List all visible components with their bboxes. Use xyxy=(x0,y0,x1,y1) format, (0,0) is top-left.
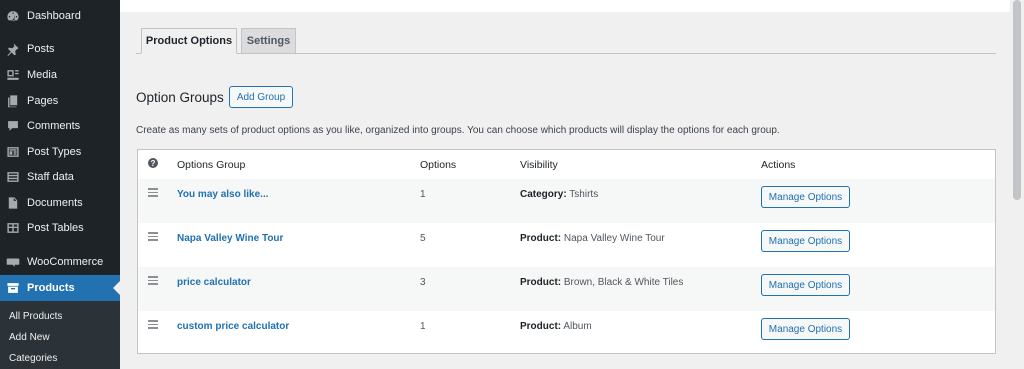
help-icon[interactable]: ? xyxy=(148,158,158,168)
visibility-cell: Product: Album xyxy=(520,321,592,332)
visibility-label: Category: xyxy=(520,189,567,200)
table-icon xyxy=(6,221,20,235)
archive-icon xyxy=(6,281,20,295)
sidebar-item-label: Comments xyxy=(27,120,81,132)
sidebar-item-label: Products xyxy=(27,282,75,294)
sidebar-item-label: Documents xyxy=(27,197,83,209)
section-description: Create as many sets of product options a… xyxy=(136,125,780,136)
sidebar-item-media[interactable]: Media xyxy=(0,62,120,88)
sidebar-item-label: Post Types xyxy=(27,146,82,158)
table-row: price calculator 3 Product: Brown, Black… xyxy=(138,267,995,311)
drag-handle-icon[interactable] xyxy=(148,276,158,285)
section-title: Option Groups xyxy=(136,90,224,105)
sidebar-item-products[interactable]: Products xyxy=(0,275,120,301)
scrollbar-thumb[interactable] xyxy=(1013,0,1021,200)
document-icon xyxy=(6,196,20,210)
option-groups-table: ? Options Group Options Visibility Actio… xyxy=(137,149,996,354)
manage-options-button[interactable]: Manage Options xyxy=(761,318,850,340)
post-types-icon xyxy=(6,145,20,159)
sidebar-item-posts[interactable]: Posts xyxy=(0,36,120,62)
sidebar-item-post-types[interactable]: Post Types xyxy=(0,139,120,165)
active-indicator xyxy=(113,281,120,295)
drag-handle-icon[interactable] xyxy=(148,320,158,329)
sidebar-item-documents[interactable]: Documents xyxy=(0,190,120,216)
dashboard-icon xyxy=(6,9,20,23)
drag-handle-icon[interactable] xyxy=(148,188,158,197)
admin-sidebar: Dashboard Posts Media Pages Comments Pos… xyxy=(0,0,120,369)
list-icon xyxy=(6,170,20,184)
tab-product-options[interactable]: Product Options xyxy=(141,28,237,54)
visibility-value: Tshirts xyxy=(569,189,599,200)
sidebar-item-label: Pages xyxy=(27,95,59,107)
options-count: 5 xyxy=(420,233,426,244)
visibility-value: Brown, Black & White Tiles xyxy=(563,277,684,288)
sidebar-item-label: Posts xyxy=(27,43,55,55)
comment-icon xyxy=(6,119,20,133)
visibility-label: Product: xyxy=(520,277,562,288)
column-header-group: Options Group xyxy=(177,159,246,171)
table-row: Napa Valley Wine Tour 5 Product: Napa Va… xyxy=(138,223,995,267)
submenu-item-categories[interactable]: Categories xyxy=(9,353,57,364)
visibility-value: Napa Valley Wine Tour xyxy=(563,233,665,244)
group-name-link[interactable]: Napa Valley Wine Tour xyxy=(177,233,283,244)
submenu-item-all-products[interactable]: All Products xyxy=(9,311,62,322)
submenu-item-add-new[interactable]: Add New xyxy=(9,332,50,343)
woocommerce-icon xyxy=(6,255,20,269)
visibility-label: Product: xyxy=(520,321,562,332)
add-group-button[interactable]: Add Group xyxy=(229,86,293,108)
tab-settings[interactable]: Settings xyxy=(241,28,296,54)
visibility-cell: Product: Napa Valley Wine Tour xyxy=(520,233,665,244)
sidebar-item-label: Staff data xyxy=(27,171,74,183)
group-name-link[interactable]: custom price calculator xyxy=(177,321,289,332)
visibility-cell: Product: Brown, Black & White Tiles xyxy=(520,277,683,288)
drag-handle-icon[interactable] xyxy=(148,232,158,241)
pages-icon xyxy=(6,94,20,108)
group-name-link[interactable]: You may also like... xyxy=(177,189,269,200)
table-row: You may also like... 1 Category: Tshirts… xyxy=(138,179,995,223)
visibility-cell: Category: Tshirts xyxy=(520,189,598,200)
sidebar-item-post-tables[interactable]: Post Tables xyxy=(0,215,120,241)
options-count: 1 xyxy=(420,189,426,200)
sidebar-item-staff-data[interactable]: Staff data xyxy=(0,164,120,190)
sidebar-item-dashboard[interactable]: Dashboard xyxy=(0,3,120,29)
sidebar-item-comments[interactable]: Comments xyxy=(0,113,120,139)
sidebar-item-pages[interactable]: Pages xyxy=(0,88,120,114)
manage-options-button[interactable]: Manage Options xyxy=(761,274,850,296)
sidebar-item-label: Media xyxy=(27,69,57,81)
sidebar-item-woocommerce[interactable]: WooCommerce xyxy=(0,249,120,275)
top-notice-band xyxy=(120,0,1010,12)
manage-options-button[interactable]: Manage Options xyxy=(761,230,850,252)
sidebar-item-label: WooCommerce xyxy=(27,256,104,268)
table-row: custom price calculator 1 Product: Album… xyxy=(138,311,995,355)
visibility-label: Product: xyxy=(520,233,562,244)
scrollbar[interactable] xyxy=(1010,0,1024,369)
media-icon xyxy=(6,68,20,82)
column-header-actions: Actions xyxy=(761,159,796,171)
sidebar-item-label: Post Tables xyxy=(27,222,84,234)
products-submenu: All Products Add New Categories xyxy=(0,301,120,369)
pin-icon xyxy=(6,42,20,56)
options-count: 3 xyxy=(420,277,426,288)
visibility-value: Album xyxy=(563,321,592,332)
column-header-visibility: Visibility xyxy=(520,159,558,171)
manage-options-button[interactable]: Manage Options xyxy=(761,186,850,208)
column-header-options: Options xyxy=(420,159,457,171)
group-name-link[interactable]: price calculator xyxy=(177,277,251,288)
sidebar-item-label: Dashboard xyxy=(27,10,81,22)
options-count: 1 xyxy=(420,321,426,332)
